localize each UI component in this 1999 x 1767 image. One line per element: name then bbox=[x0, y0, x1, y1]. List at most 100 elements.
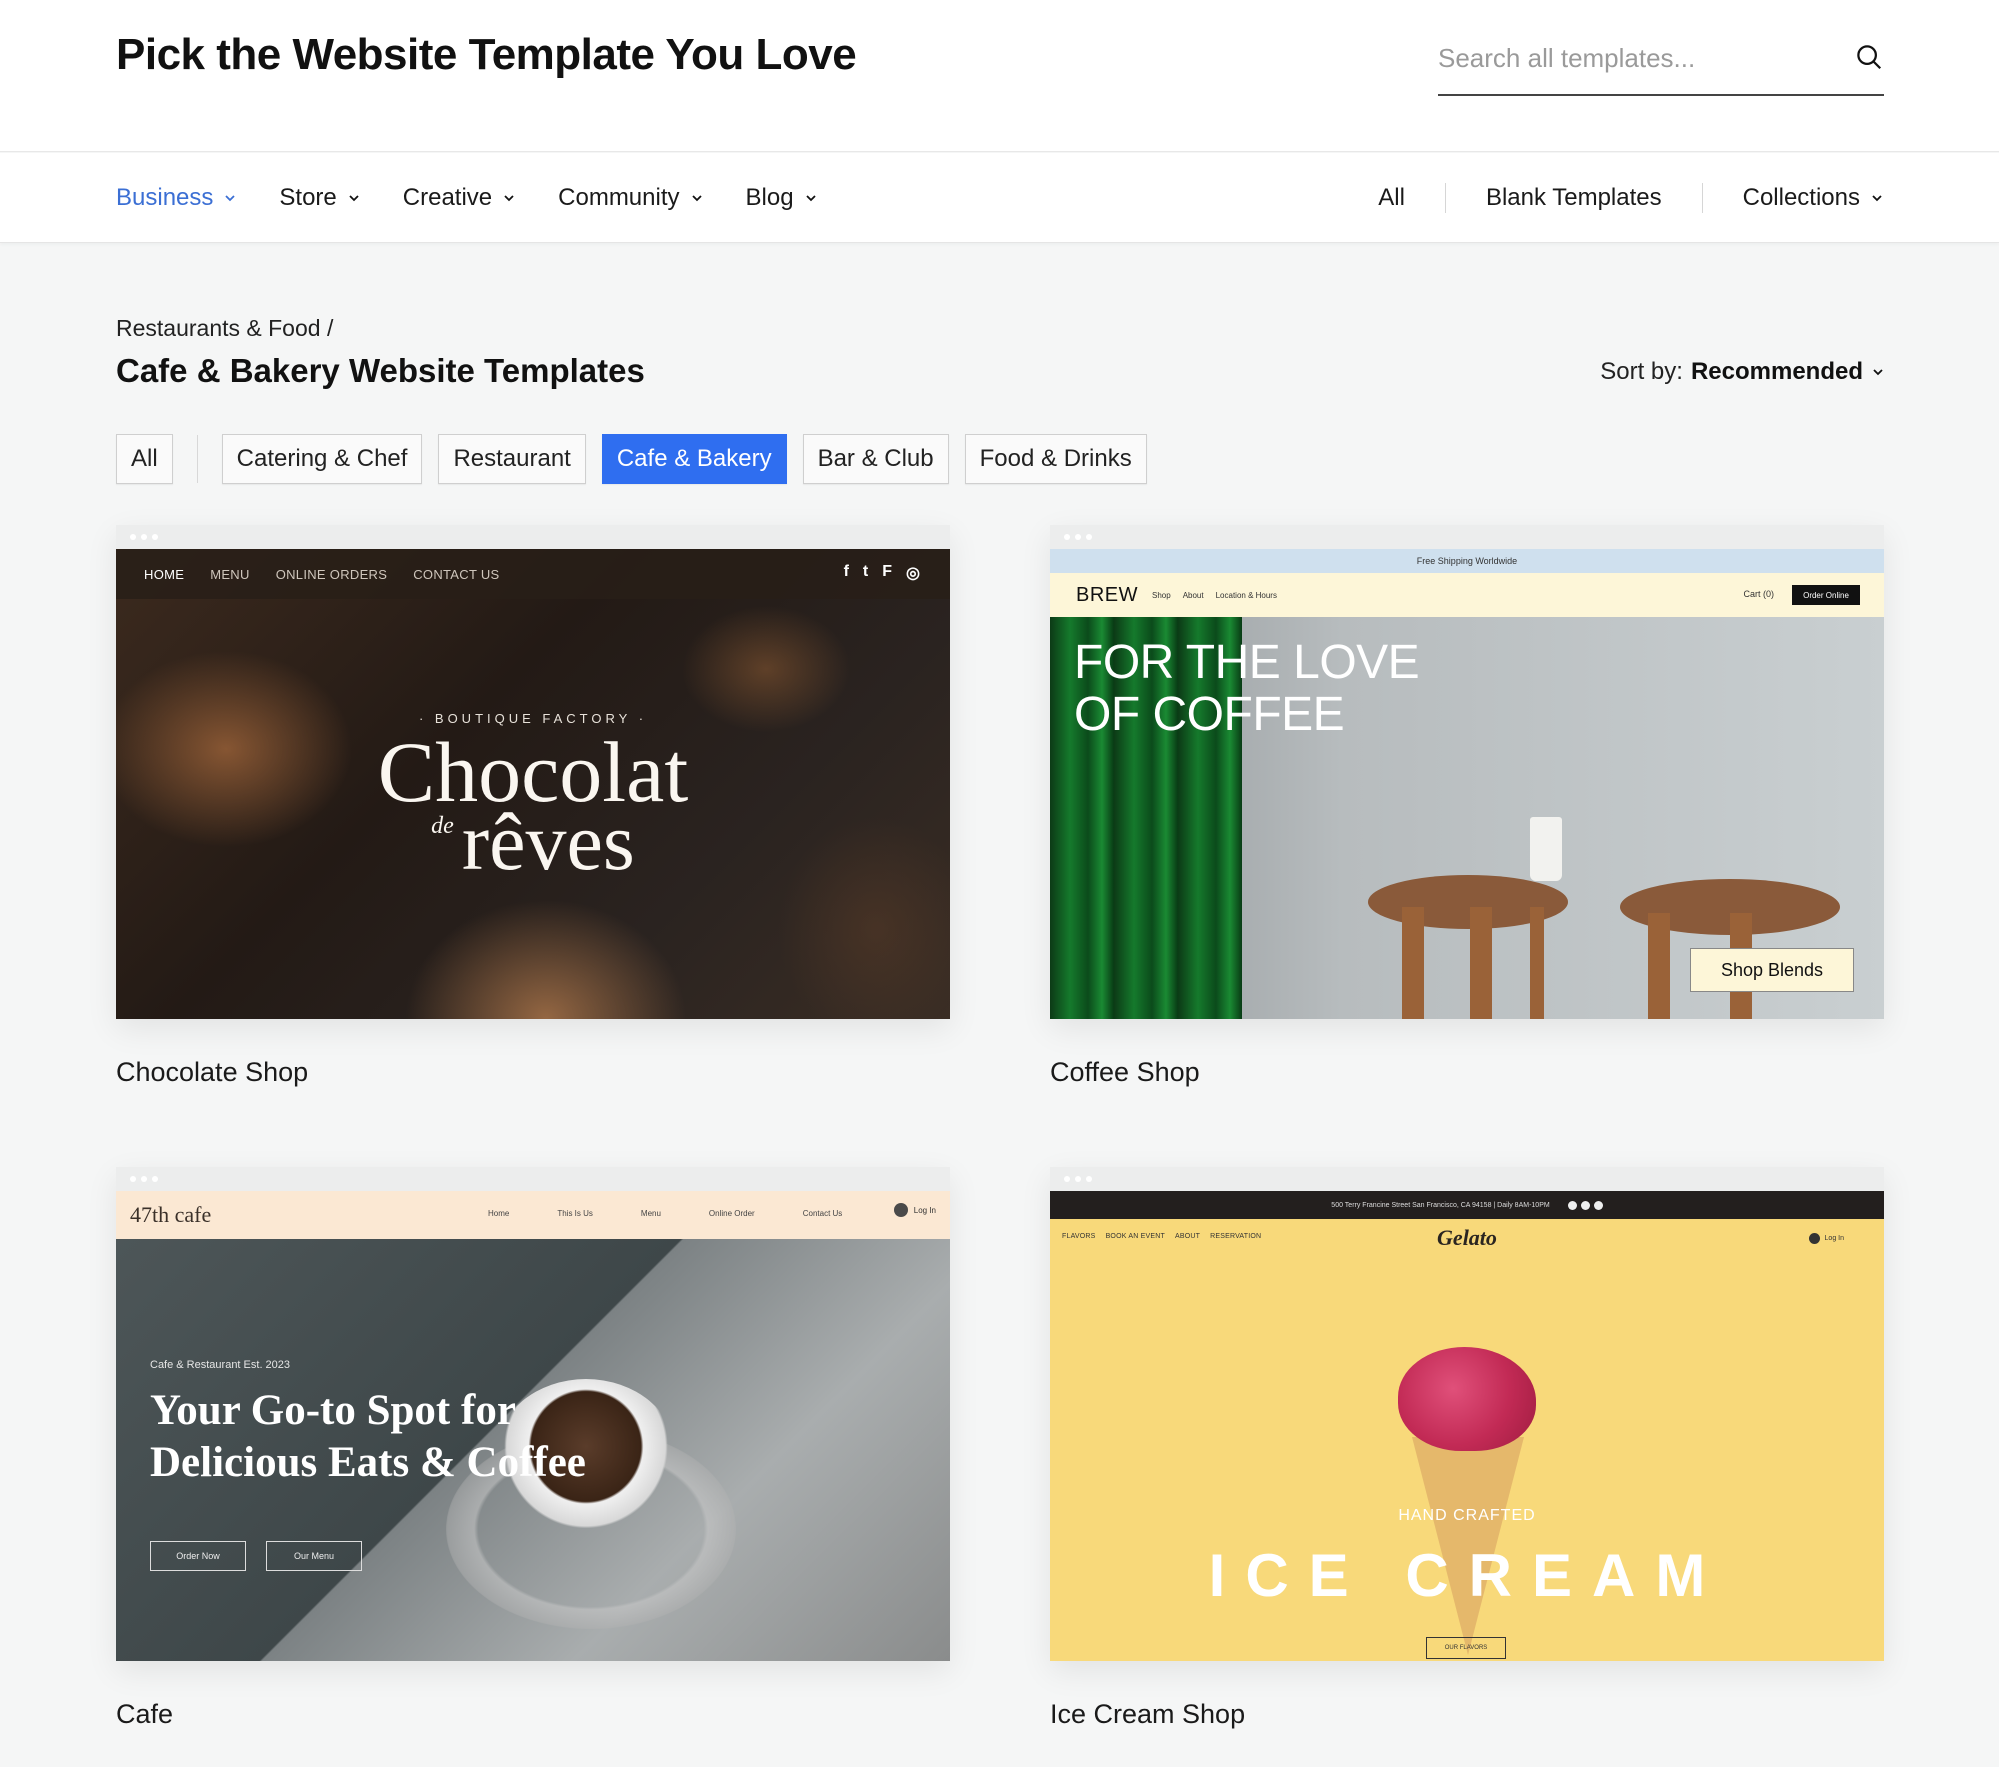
nav-blank-templates-link[interactable]: Blank Templates bbox=[1486, 184, 1662, 212]
template-preview[interactable]: Free Shipping Worldwide BREW Shop About … bbox=[1050, 525, 1884, 1019]
preview-info-bar: 500 Terry Francine Street San Francisco,… bbox=[1050, 1191, 1884, 1219]
ice-cream-scoop-graphic bbox=[1398, 1347, 1536, 1451]
preview-logo: BREW bbox=[1076, 583, 1138, 606]
nav-collections-dropdown[interactable]: Collections bbox=[1743, 184, 1884, 212]
cup-graphic bbox=[1530, 817, 1562, 881]
preview-title-2: derêves bbox=[116, 801, 950, 883]
preview-title-line2: rêves bbox=[461, 796, 635, 887]
divider bbox=[1444, 183, 1446, 213]
filter-all[interactable]: All bbox=[116, 434, 173, 484]
nav-label: Blog bbox=[745, 184, 794, 211]
preview-eyebrow: Cafe & Restaurant Est. 2023 bbox=[150, 1359, 291, 1371]
twitter-icon: t bbox=[862, 563, 869, 580]
preview-screenshot: Free Shipping Worldwide BREW Shop About … bbox=[1050, 549, 1884, 1019]
user-icon bbox=[1808, 1233, 1820, 1244]
nav-all-link[interactable]: All bbox=[1378, 184, 1405, 212]
nav-label: Collections bbox=[1742, 184, 1860, 211]
template-name[interactable]: Coffee Shop bbox=[1050, 1057, 1200, 1088]
template-card-coffee-shop[interactable]: Free Shipping Worldwide BREW Shop About … bbox=[1050, 525, 1884, 1087]
template-card-cafe[interactable]: 47th cafe Home This Is Us Menu Online Or… bbox=[116, 1167, 950, 1729]
preview-nav-item: Location & Hours bbox=[1215, 590, 1277, 600]
preview-nav-item: This Is Us bbox=[557, 1209, 593, 1218]
preview-nav-item: Menu bbox=[640, 1209, 661, 1218]
chevron-down-icon bbox=[805, 195, 816, 202]
preview-social: f t F ◎ bbox=[844, 563, 920, 583]
nav-label: Business bbox=[116, 184, 214, 211]
breadcrumb[interactable]: Restaurants & Food / bbox=[116, 315, 333, 342]
preview-order-button: Order Now bbox=[150, 1541, 246, 1571]
twitter-icon bbox=[1580, 1200, 1590, 1210]
search-input[interactable] bbox=[1438, 38, 1838, 78]
preview-nav-item: CONTACT US bbox=[413, 566, 500, 582]
preview-login-label: Log In bbox=[1824, 1235, 1844, 1242]
nav-label: Community bbox=[558, 184, 680, 211]
filter-bar-club[interactable]: Bar & Club bbox=[802, 434, 949, 484]
template-name[interactable]: Chocolate Shop bbox=[116, 1057, 308, 1088]
preview-logo: 47th cafe bbox=[130, 1202, 212, 1227]
nav-store[interactable]: Store bbox=[279, 184, 360, 212]
preview-promo-bar: Free Shipping Worldwide bbox=[1050, 549, 1884, 573]
preview-nav-item: HOME bbox=[144, 566, 185, 582]
preview-order-button: Order Online bbox=[1792, 585, 1860, 605]
preview-title: Your Go-to Spot for Delicious Eats & Cof… bbox=[150, 1385, 586, 1488]
nav-business[interactable]: Business bbox=[116, 184, 237, 212]
chevron-down-icon bbox=[504, 195, 514, 202]
filter-food-drinks[interactable]: Food & Drinks bbox=[964, 434, 1147, 484]
user-icon bbox=[893, 1203, 908, 1217]
chevron-down-icon bbox=[691, 195, 702, 202]
nav-label: Store bbox=[279, 184, 337, 211]
browser-chrome bbox=[116, 525, 950, 549]
instagram-icon bbox=[1593, 1200, 1603, 1210]
template-card-chocolate-shop[interactable]: HOME MENU ONLINE ORDERS CONTACT US f t F… bbox=[116, 525, 950, 1087]
chevron-down-icon bbox=[1873, 369, 1883, 376]
sort-dropdown[interactable]: Sort by: Recommended bbox=[1600, 358, 1885, 386]
preview-title: ICE CREAM bbox=[1208, 1542, 1726, 1609]
preview-nav-item: Online Order bbox=[708, 1209, 755, 1218]
subcategory-filters: All Catering & Chef Restaurant Cafe & Ba… bbox=[116, 434, 1147, 484]
facebook-icon bbox=[1567, 1200, 1577, 1210]
preview-social bbox=[1567, 1200, 1603, 1210]
nav-blog[interactable]: Blog bbox=[746, 184, 818, 212]
nav-right: All Blank Templates Collections bbox=[1378, 153, 1884, 243]
preview-title-small: de bbox=[431, 813, 454, 839]
template-name[interactable]: Cafe bbox=[116, 1699, 173, 1730]
template-preview[interactable]: 47th cafe Home This Is Us Menu Online Or… bbox=[116, 1167, 950, 1661]
template-card-ice-cream-shop[interactable]: 500 Terry Francine Street San Francisco,… bbox=[1050, 1167, 1884, 1729]
preview-buttons: Order Now Our Menu bbox=[150, 1541, 362, 1571]
preview-nav-item: ONLINE ORDERS bbox=[275, 566, 388, 582]
chevron-down-icon bbox=[1872, 195, 1882, 202]
preview-cart: Cart (0) bbox=[1743, 589, 1774, 599]
browser-chrome bbox=[1050, 525, 1884, 549]
search-bar[interactable] bbox=[1438, 30, 1884, 96]
filter-cafe-bakery[interactable]: Cafe & Bakery bbox=[601, 434, 787, 484]
preview-nav: HOME MENU ONLINE ORDERS CONTACT US bbox=[116, 549, 950, 599]
preview-header: BREW Shop About Location & Hours Cart (0… bbox=[1050, 573, 1884, 617]
preview-title-line2: Delicious Eats & Coffee bbox=[150, 1438, 586, 1486]
divider bbox=[196, 435, 198, 483]
preview-nav-item: MENU bbox=[210, 566, 250, 582]
preview-header: 47th cafe Home This Is Us Menu Online Or… bbox=[116, 1191, 950, 1239]
template-preview[interactable]: 500 Terry Francine Street San Francisco,… bbox=[1050, 1167, 1884, 1661]
nav-creative[interactable]: Creative bbox=[403, 184, 516, 212]
preview-nav-item: Shop bbox=[1152, 590, 1171, 600]
template-preview[interactable]: HOME MENU ONLINE ORDERS CONTACT US f t F… bbox=[116, 525, 950, 1019]
chevron-down-icon bbox=[225, 195, 236, 202]
search-icon[interactable] bbox=[1854, 42, 1884, 72]
top-header: Pick the Website Template You Love bbox=[0, 0, 1999, 152]
section-title: Cafe & Bakery Website Templates bbox=[116, 352, 645, 389]
preview-login: Log In bbox=[893, 1203, 936, 1217]
stool-leg bbox=[1470, 907, 1492, 1019]
template-name[interactable]: Ice Cream Shop bbox=[1050, 1699, 1245, 1730]
preview-screenshot: 500 Terry Francine Street San Francisco,… bbox=[1050, 1191, 1884, 1661]
preview-hero: FLAVORS BOOK AN EVENT ABOUT RESERVATION … bbox=[1050, 1219, 1884, 1661]
preview-eyebrow: HAND CRAFTED bbox=[1398, 1507, 1536, 1524]
preview-menu-button: Our Menu bbox=[266, 1541, 362, 1571]
preview-hero: FOR THE LOVE OF COFFEE Shop Blends bbox=[1050, 617, 1884, 1019]
filter-catering-chef[interactable]: Catering & Chef bbox=[221, 434, 423, 484]
nav-community[interactable]: Community bbox=[558, 184, 703, 212]
preview-nav: Home This Is Us Menu Online Order Contac… bbox=[488, 1209, 842, 1218]
browser-chrome bbox=[116, 1167, 950, 1191]
preview-screenshot: 47th cafe Home This Is Us Menu Online Or… bbox=[116, 1191, 950, 1661]
filter-restaurant[interactable]: Restaurant bbox=[438, 434, 586, 484]
preview-title-line2: OF COFFEE bbox=[1074, 687, 1345, 741]
